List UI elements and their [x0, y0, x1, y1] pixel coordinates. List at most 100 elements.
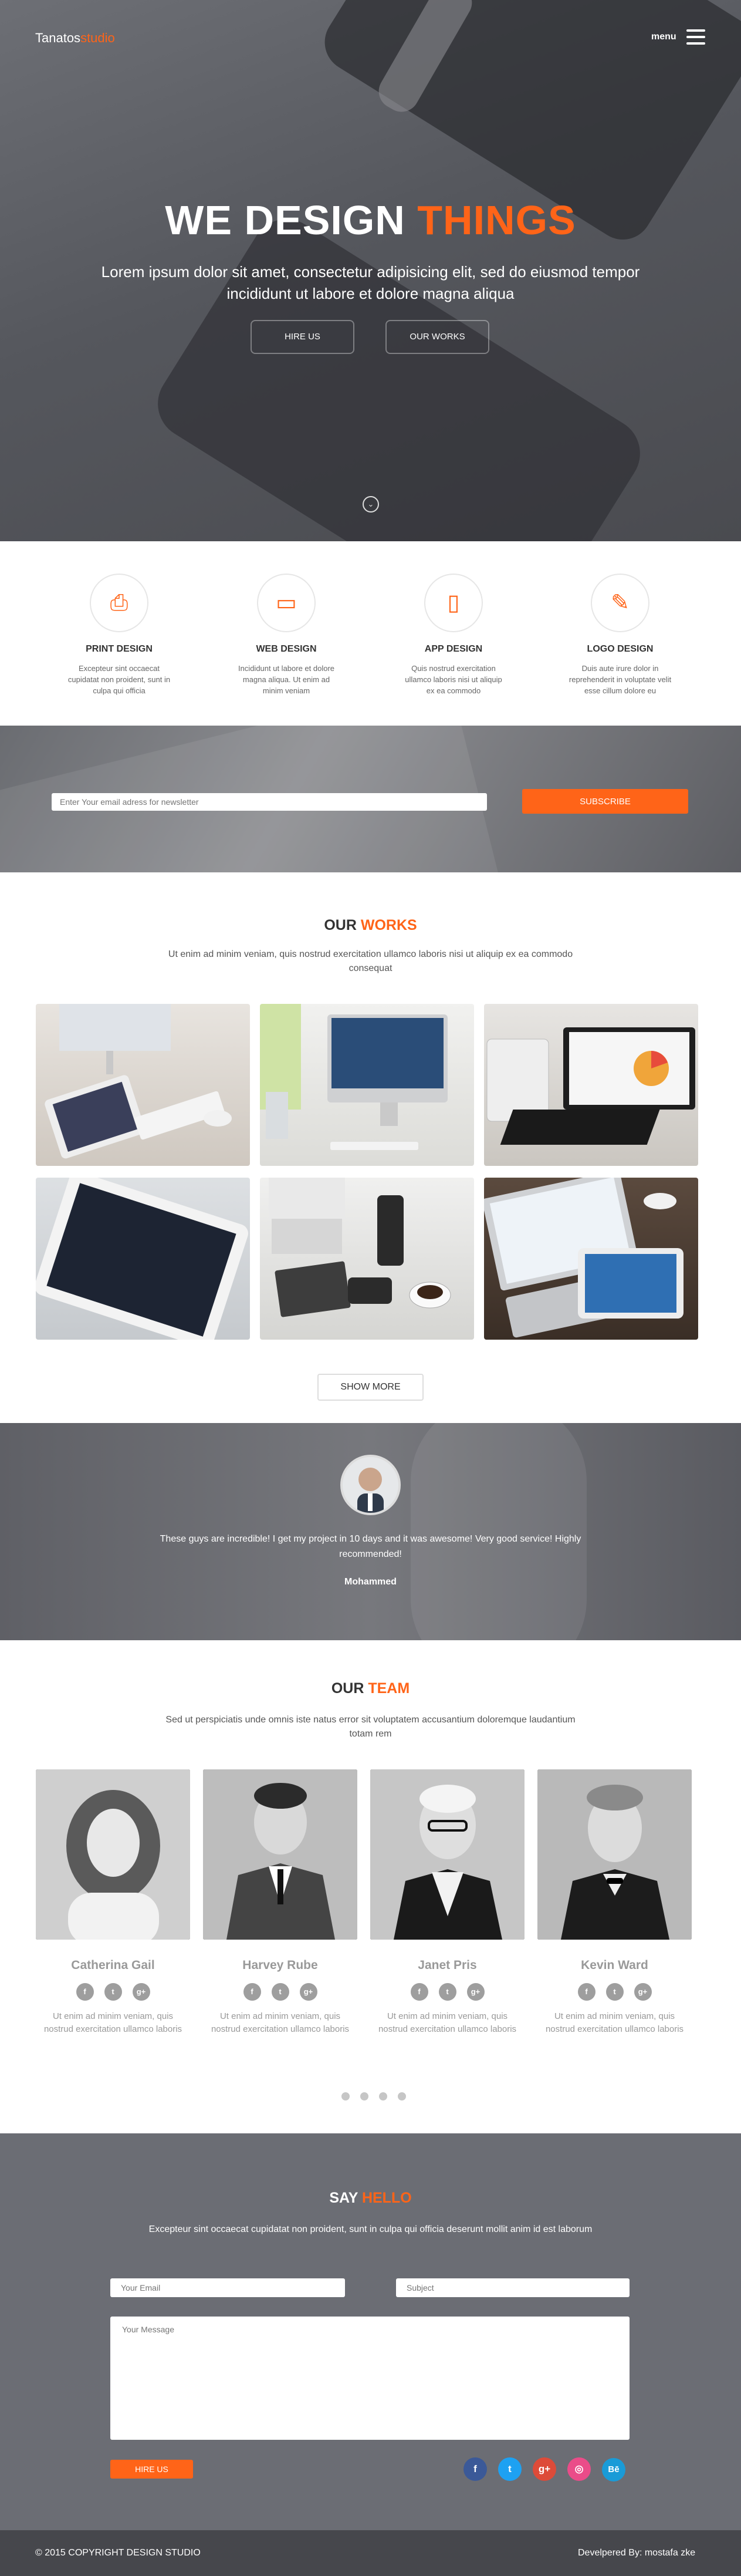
service-logo: ✎ LOGO DESIGN Duis aute irure dolor in r… — [550, 574, 691, 696]
facebook-icon[interactable]: f — [243, 1983, 261, 2001]
chevron-down-icon[interactable]: ⌄ — [363, 496, 379, 512]
works-lead: Ut enim ad minim veniam, quis nostrud ex… — [168, 949, 573, 973]
portfolio-item[interactable] — [36, 1004, 250, 1166]
portfolio-item[interactable] — [484, 1004, 698, 1166]
social-links: f t g+ ◎ Bē — [463, 2457, 637, 2481]
service-title: WEB DESIGN — [256, 644, 317, 654]
hire-us-button[interactable]: HIRE US — [251, 320, 354, 354]
laptop-wood-image — [484, 1178, 684, 1338]
member-socials: f t g+ — [370, 1983, 525, 2001]
testimonial-section: These guys are incredible! I get my proj… — [0, 1423, 741, 1640]
contact-lead: Excepteur sint occaecat cupidatat non pr… — [148, 2224, 593, 2234]
team-member: Harvey Rube f t g+ Ut enim ad minim veniam… — [203, 1769, 357, 2036]
subscribe-button[interactable]: SUBSCRIBE — [522, 789, 688, 814]
copyright-text: © 2015 COPYRIGHT DESIGN STUDIO — [35, 2548, 201, 2558]
our-works-button[interactable]: OUR WORKS — [385, 320, 489, 354]
dribbble-icon[interactable]: ◎ — [567, 2457, 591, 2481]
newsletter-email-input[interactable] — [52, 793, 487, 811]
service-text: Excepteur sint occaecat cupidatat non pr… — [67, 664, 171, 695]
carousel-dot[interactable] — [360, 2092, 368, 2100]
team-title: OUR TEAM — [0, 1680, 741, 1697]
logo[interactable]: Tanatosstudio — [35, 31, 115, 46]
hamburger-icon[interactable] — [686, 29, 705, 45]
googleplus-icon[interactable]: g+ — [466, 1983, 485, 2001]
coffee-desk-image — [269, 1178, 451, 1317]
subject-field[interactable] — [396, 2278, 630, 2297]
portfolio-item[interactable] — [260, 1004, 474, 1166]
facebook-icon[interactable]: f — [410, 1983, 428, 2001]
twitter-icon[interactable]: t — [271, 1983, 289, 2001]
developer-credit: Develpered By: mostafa zke — [578, 2548, 696, 2558]
works-section: OUR WORKS Ut enim ad minim veniam, quis … — [0, 872, 741, 1423]
show-more-button[interactable]: SHOW MORE — [317, 1374, 424, 1401]
hero-phone-graphic-2 — [144, 205, 654, 541]
twitter-icon[interactable]: t — [438, 1983, 456, 2001]
contact-title: SAY HELLO — [0, 2190, 741, 2207]
service-app: ▯ APP DESIGN Quis nostrud exercitation u… — [383, 574, 524, 696]
message-field[interactable] — [110, 2317, 630, 2440]
member-name: Harvey Rube — [242, 1958, 318, 1972]
hire-us-submit-button[interactable]: HIRE US — [110, 2460, 193, 2479]
hero-title: WE DESIGN THINGS — [0, 197, 741, 244]
hero-title-main: WE DESIGN — [165, 197, 405, 243]
team-carousel-dots — [341, 2092, 417, 2103]
service-text: Quis nostrud exercitation ullamco labori… — [405, 664, 502, 695]
works-title-accent: WORKS — [360, 917, 417, 933]
footer: © 2015 COPYRIGHT DESIGN STUDIO Develpere… — [0, 2530, 741, 2576]
carousel-dot[interactable] — [398, 2092, 406, 2100]
googleplus-icon[interactable]: g+ — [634, 1983, 652, 2001]
works-title: OUR WORKS — [0, 917, 741, 934]
carousel-dot[interactable] — [341, 2092, 350, 2100]
printer-icon: ⎙ — [90, 574, 148, 632]
hero-section: Tanatosstudio menu WE DESIGN THINGS Lore… — [0, 0, 741, 541]
team-section: OUR TEAM Sed ut perspiciatis unde omnis … — [0, 1640, 741, 2133]
testimonial-quote: These guys are incredible! I get my proj… — [160, 1534, 581, 1559]
email-field[interactable] — [110, 2278, 345, 2297]
contact-title-accent: HELLO — [361, 2190, 412, 2206]
twitter-icon[interactable]: t — [605, 1983, 624, 2001]
facebook-icon[interactable]: f — [76, 1983, 94, 2001]
avatar — [340, 1455, 401, 1515]
member-photo — [537, 1769, 692, 1940]
member-photo — [36, 1769, 190, 1940]
googleplus-icon[interactable]: g+ — [132, 1983, 150, 2001]
team-lead: Sed ut perspiciatis unde omnis iste natu… — [165, 1715, 576, 1739]
member-bio: Ut enim ad minim veniam, quis nostrud ex… — [43, 2011, 182, 2034]
service-title: LOGO DESIGN — [587, 644, 654, 654]
service-text: Duis aute irure dolor in reprehenderit i… — [569, 664, 672, 695]
member-bio: Ut enim ad minim veniam, quis nostrud ex… — [378, 2011, 517, 2034]
team-member: Janet Pris f t g+ Ut enim ad minim veniam,… — [370, 1769, 525, 2036]
ipad-image — [36, 1178, 248, 1340]
monitor-icon: ▭ — [257, 574, 316, 632]
service-text: Incididunt ut labore et dolore magna ali… — [238, 664, 335, 695]
mobile-icon: ▯ — [424, 574, 483, 632]
behance-icon[interactable]: Bē — [602, 2458, 625, 2481]
tablet-desk-image — [45, 1004, 232, 1159]
testimonial-author: Mohammed — [344, 1577, 397, 1587]
portfolio-item[interactable] — [36, 1178, 250, 1340]
portfolio-item[interactable] — [484, 1178, 698, 1340]
team-title-main: OUR — [331, 1680, 364, 1697]
member-bio: Ut enim ad minim veniam, quis nostrud ex… — [545, 2011, 684, 2034]
facebook-icon[interactable]: f — [577, 1983, 595, 2001]
laptop-chart-image — [486, 1027, 695, 1145]
menu-label[interactable]: menu — [651, 32, 676, 42]
team-title-accent: TEAM — [368, 1680, 410, 1697]
portfolio-item[interactable] — [260, 1178, 474, 1340]
hero-title-accent: THINGS — [417, 197, 576, 243]
service-title: APP DESIGN — [424, 644, 483, 654]
member-socials: f t g+ — [537, 1983, 692, 2001]
twitter-icon[interactable]: t — [104, 1983, 122, 2001]
works-title-main: OUR — [324, 917, 357, 933]
member-name: Catherina Gail — [71, 1958, 155, 1972]
googleplus-icon[interactable]: g+ — [533, 2457, 556, 2481]
brush-icon: ✎ — [591, 574, 649, 632]
member-name: Kevin Ward — [581, 1958, 648, 1972]
twitter-icon[interactable]: t — [498, 2457, 522, 2481]
logo-main: Tanatos — [35, 31, 81, 45]
contact-section: SAY HELLO Excepteur sint occaecat cupida… — [0, 2133, 741, 2530]
facebook-icon[interactable]: f — [463, 2457, 487, 2481]
carousel-dot[interactable] — [379, 2092, 387, 2100]
googleplus-icon[interactable]: g+ — [299, 1983, 317, 2001]
service-title: PRINT DESIGN — [86, 644, 153, 654]
